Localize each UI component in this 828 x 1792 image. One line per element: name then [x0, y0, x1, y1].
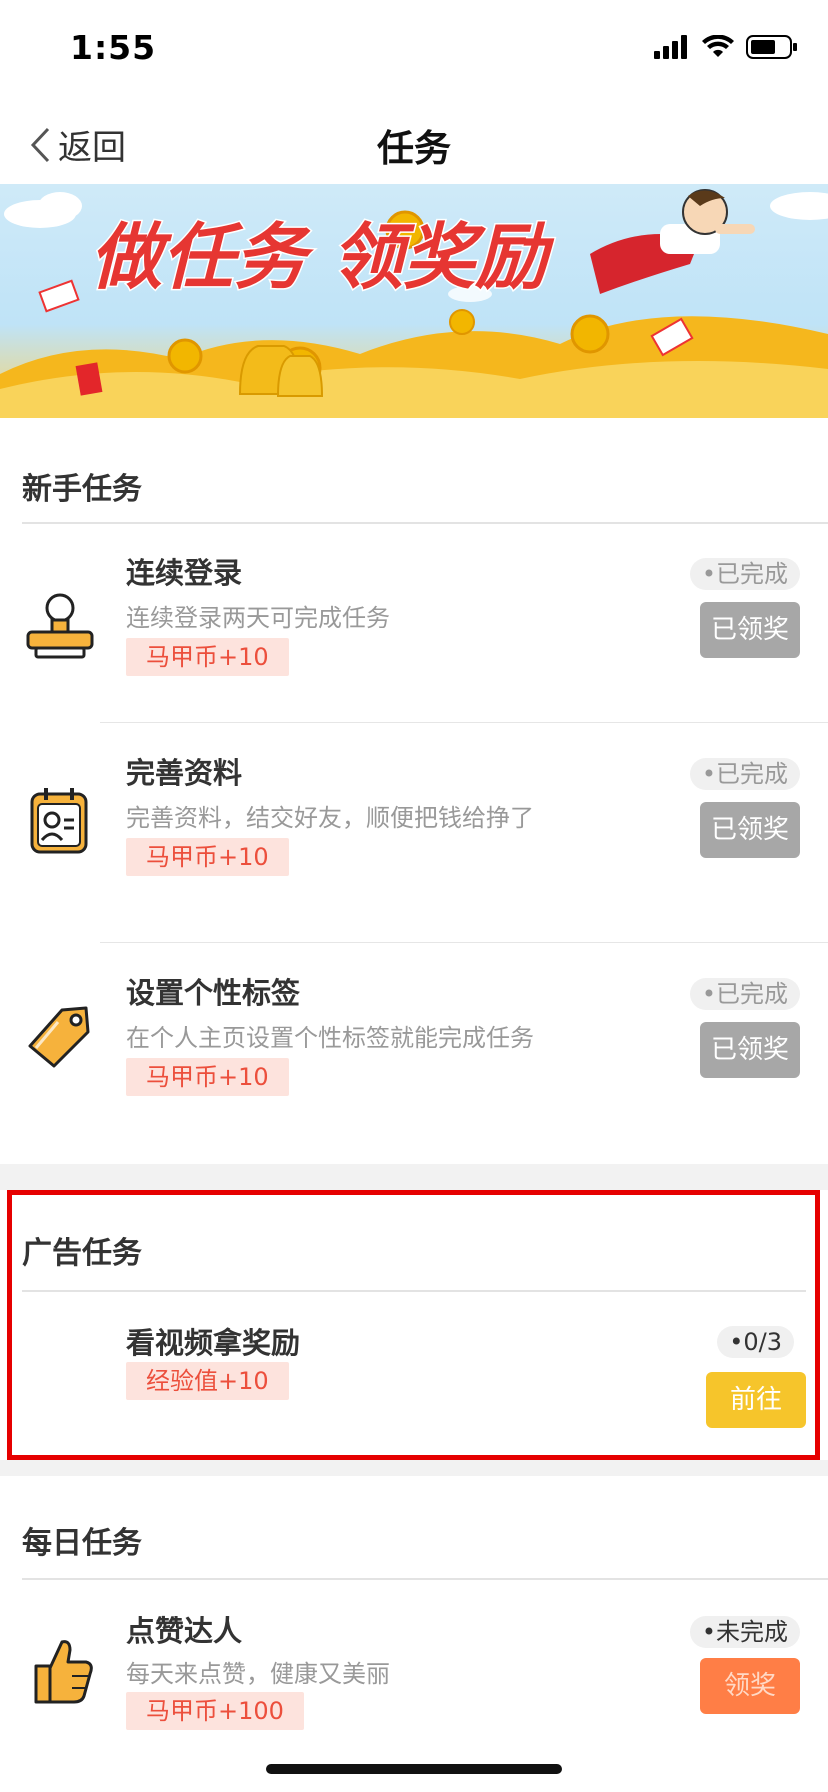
task-row-watch-video: 看视频拿奖励 经验值+10 •0/3 前往: [0, 1292, 828, 1452]
wifi-icon: [702, 35, 734, 57]
profile-card-icon: [22, 784, 98, 860]
task-row-complete-profile: 完善资料 完善资料，结交好友，顺便把钱给挣了 马甲币+10 •已完成 已领奖: [0, 724, 828, 936]
section-title-newbie: 新手任务: [22, 472, 142, 507]
progress-badge: •0/3: [717, 1326, 794, 1358]
reward-tag: 马甲币+10: [126, 838, 289, 876]
reward-tag: 马甲币+10: [126, 638, 289, 676]
status-badge: •已完成: [689, 558, 800, 590]
claimed-button[interactable]: 已领奖: [700, 602, 800, 658]
row-divider: [100, 722, 828, 723]
section-title-daily: 每日任务: [22, 1526, 142, 1561]
task-description: 连续登录两天可完成任务: [126, 604, 390, 632]
reward-tag: 马甲币+10: [126, 1058, 289, 1096]
section-gap: [0, 1164, 828, 1190]
claimed-button[interactable]: 已领奖: [700, 1022, 800, 1078]
status-time: 1:55: [70, 28, 157, 67]
section-gap: [0, 1460, 828, 1476]
tag-icon: [22, 996, 98, 1072]
svg-text:做任务 领奖励: 做任务 领奖励: [90, 215, 555, 299]
battery-icon: [746, 35, 797, 59]
task-row-like-master: 点赞达人 每天来点赞，健康又美丽 马甲币+100 •未完成 领奖: [0, 1580, 828, 1792]
reward-tag: 经验值+10: [126, 1362, 289, 1400]
status-badge: •未完成: [689, 1616, 800, 1648]
task-name: 点赞达人: [126, 1614, 243, 1648]
home-indicator: [266, 1764, 562, 1774]
claim-button[interactable]: 领奖: [700, 1658, 800, 1714]
newbie-tasks-section: 新手任务 连续登录 连续登录两天可完成任务 马甲币+10 •已完成 已领奖 完善…: [0, 418, 828, 1164]
claimed-button[interactable]: 已领奖: [700, 802, 800, 858]
status-badge: •已完成: [689, 758, 800, 790]
task-name: 看视频拿奖励: [126, 1326, 301, 1360]
status-icons: [654, 34, 798, 60]
page-title: 任务: [377, 127, 451, 170]
task-description: 在个人主页设置个性标签就能完成任务: [126, 1024, 534, 1052]
thumbs-up-icon: [22, 1632, 98, 1708]
section-title-ad: 广告任务: [22, 1236, 142, 1271]
cellular-signal-icon: [654, 35, 687, 59]
banner-illustration: 做任务 领奖励: [0, 189, 828, 418]
task-description: 完善资料，结交好友，顺便把钱给挣了: [126, 804, 534, 832]
task-row-daily-login: 连续登录 连续登录两天可完成任务 马甲币+10 •已完成 已领奖: [0, 524, 828, 736]
ad-tasks-section: 广告任务 看视频拿奖励 经验值+10 •0/3 前往: [0, 1190, 828, 1460]
task-name: 设置个性标签: [126, 976, 301, 1010]
status-bar: 1:55: [0, 0, 828, 100]
status-badge: •已完成: [689, 978, 800, 1010]
row-divider: [100, 942, 828, 943]
reward-tag: 马甲币+100: [126, 1692, 304, 1730]
daily-tasks-section: 每日任务 点赞达人 每天来点赞，健康又美丽 马甲币+100 •未完成 领奖: [0, 1476, 828, 1792]
task-description: 每天来点赞，健康又美丽: [126, 1660, 390, 1688]
task-banner[interactable]: 做任务 领奖励: [0, 184, 828, 418]
login-stamp-icon: [22, 590, 98, 666]
nav-bar: 返回 任务: [0, 100, 828, 184]
task-name: 完善资料: [126, 756, 243, 790]
go-button[interactable]: 前往: [706, 1372, 806, 1428]
task-name: 连续登录: [126, 556, 243, 590]
task-row-set-tags: 设置个性标签 在个人主页设置个性标签就能完成任务 马甲币+10 •已完成 已领奖: [0, 944, 828, 1158]
